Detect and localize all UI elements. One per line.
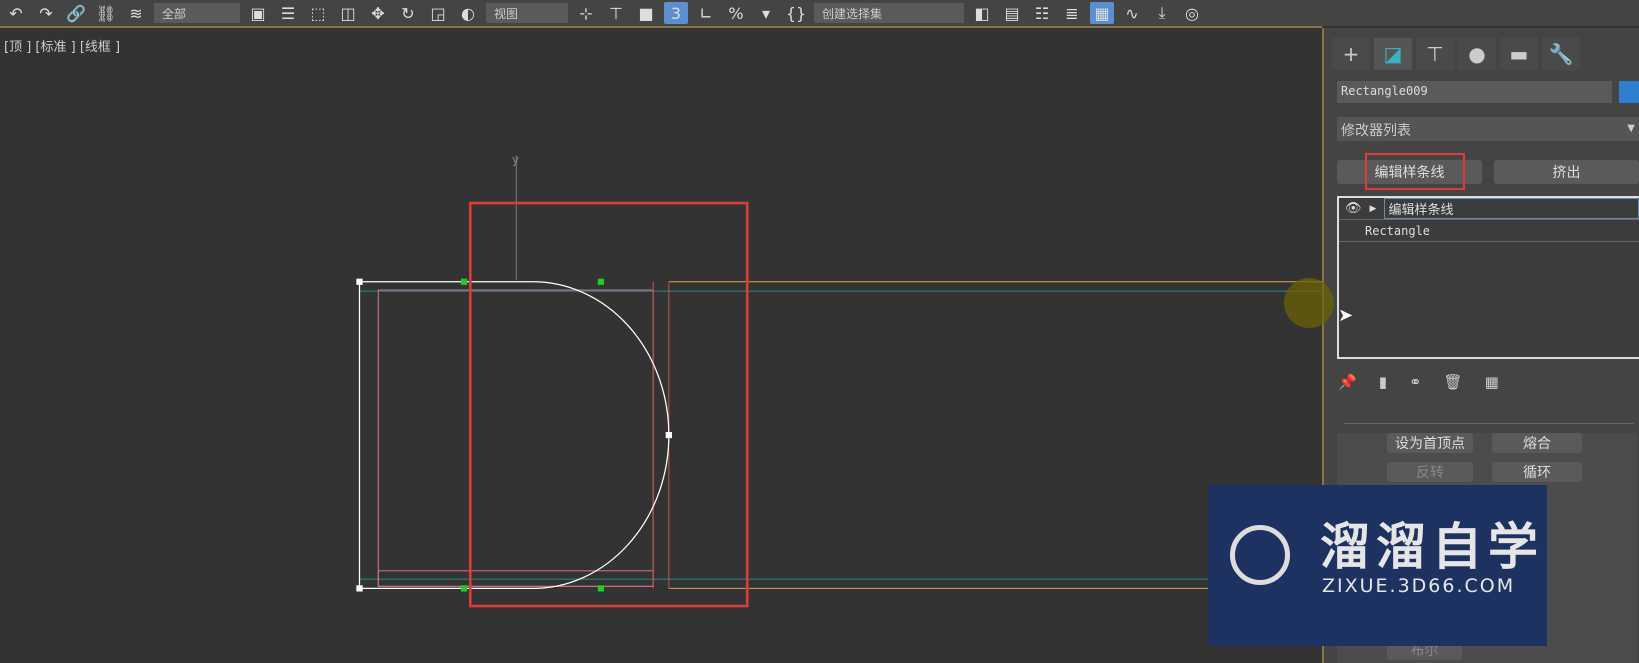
show-end-result-icon[interactable]: ▮ <box>1379 373 1387 391</box>
vertex <box>460 585 468 592</box>
watermark-logo: 溜溜自学 ZIXUE.3D66.COM <box>1208 485 1547 646</box>
viewport-label[interactable]: [顶 ] [标准 ] [线框 ] <box>4 36 120 55</box>
inner-rectangle <box>377 289 654 587</box>
stack-toolbar: 📌 ▮ ⚭ 🗑 ▦ <box>1338 373 1499 391</box>
configure-sets-icon[interactable]: ▦ <box>1485 373 1499 391</box>
mouse-cursor-icon: ➤ <box>1338 305 1354 326</box>
vertex <box>597 278 605 285</box>
object-name-field[interactable]: Rectangle009 <box>1337 81 1612 103</box>
cursor-highlight <box>1284 278 1334 328</box>
watermark-title: 溜溜自学 <box>1320 518 1544 576</box>
extrude-button[interactable]: 挤出 <box>1494 160 1639 184</box>
vertex <box>665 431 672 439</box>
modifier-list-dropdown[interactable]: 修改器列表 ▼ <box>1337 117 1639 141</box>
object-color-swatch[interactable] <box>1619 81 1639 103</box>
y-axis-label: y <box>512 153 519 167</box>
create-tab-icon[interactable]: + <box>1332 38 1370 70</box>
hierarchy-tab-icon[interactable]: ⊤ <box>1416 38 1454 70</box>
expand-arrow-icon[interactable]: ▶ <box>1370 204 1377 214</box>
modifier-list-label: 修改器列表 <box>1341 123 1411 139</box>
highlight-box <box>1365 153 1465 190</box>
vertex <box>597 585 605 592</box>
make-first-button[interactable]: 设为首顶点 <box>1387 433 1473 453</box>
play-logo-icon <box>1230 525 1290 585</box>
stack-item-rectangle[interactable]: Rectangle <box>1339 220 1639 242</box>
motion-tab-icon[interactable]: ● <box>1458 38 1496 70</box>
vertex <box>356 585 363 592</box>
reverse-button[interactable]: 反转 <box>1387 462 1473 482</box>
chevron-down-icon: ▼ <box>1627 123 1635 134</box>
modify-tab-icon[interactable]: ◪ <box>1374 38 1412 70</box>
vertices <box>356 278 672 592</box>
cycle-button[interactable]: 循环 <box>1492 462 1582 482</box>
vertex <box>356 278 363 285</box>
remove-modifier-icon[interactable]: 🗑 <box>1444 373 1463 391</box>
vertex <box>460 278 468 285</box>
make-unique-icon[interactable]: ⚭ <box>1409 373 1422 391</box>
display-tab-icon[interactable]: ▬ <box>1500 38 1538 70</box>
watermark-url: ZIXUE.3D66.COM <box>1322 575 1516 597</box>
selected-spline <box>358 281 670 590</box>
eye-icon[interactable]: 👁 <box>1345 201 1362 216</box>
stack-item-edit-spline[interactable]: 👁 ▶ 编辑样条线 <box>1339 198 1639 220</box>
modifier-stack: 👁 ▶ 编辑样条线 Rectangle <box>1337 196 1639 359</box>
viewport-top[interactable]: y <box>0 0 1322 663</box>
fuse-button[interactable]: 熔合 <box>1492 433 1582 453</box>
divider <box>1344 423 1634 424</box>
stack-item-label: 编辑样条线 <box>1384 198 1639 219</box>
pin-stack-icon[interactable]: 📌 <box>1338 373 1357 391</box>
utilities-tab-icon[interactable]: 🔧 <box>1542 38 1580 70</box>
highlight-box <box>468 201 749 608</box>
